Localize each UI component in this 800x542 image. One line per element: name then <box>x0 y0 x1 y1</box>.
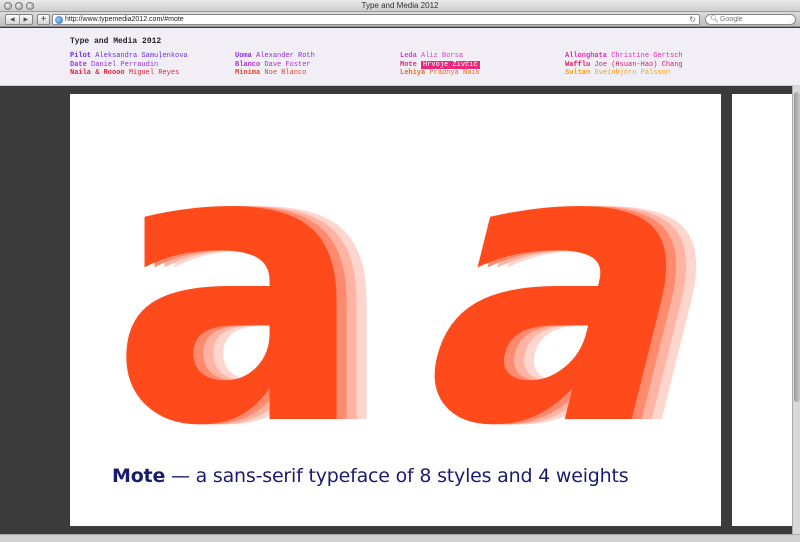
font-link-naila-roooo[interactable]: Naila & Roooo Miguel Reyes <box>70 69 235 78</box>
font-link-uoma[interactable]: Uoma Alexander Roth <box>235 52 400 61</box>
font-name: Pilot <box>70 52 92 60</box>
font-designer: Pradnya Naik <box>429 69 480 77</box>
font-designer: Aleksandra Samuļenkova <box>95 52 188 60</box>
font-name: Naila & Roooo <box>70 69 125 77</box>
font-designer: Alexander Roth <box>256 52 315 60</box>
browser-toolbar: ◀ ▶ + ↻ 🔍︎ <box>0 12 800 27</box>
search-box[interactable]: 🔍︎ <box>705 14 796 25</box>
font-name: Leda <box>400 52 417 60</box>
next-slide-peek[interactable] <box>732 94 792 526</box>
glyph-specimen: aaaa aaaa <box>110 94 721 454</box>
search-icon: 🔍︎ <box>710 16 719 23</box>
font-list: Pilot Aleksandra Samuļenkova Uoma Alexand… <box>70 52 750 78</box>
scroll-thumb[interactable] <box>794 92 800 402</box>
font-name: Wafflu <box>565 60 591 69</box>
font-designer: Sveinbjörn Pálsson <box>594 69 671 77</box>
typeface-caption: Mote — a sans-serif typeface of 8 styles… <box>112 465 629 487</box>
font-name: Uoma <box>235 52 252 60</box>
font-designer: Noe Blanco <box>264 69 307 77</box>
font-designer: Daniel Perraudin <box>91 60 159 69</box>
glyph-upright: aaaa <box>110 94 396 454</box>
font-name: Allonghata <box>565 52 608 60</box>
font-link-date[interactable]: Date Daniel Perraudin <box>70 61 235 70</box>
window-titlebar: Type and Media 2012 <box>0 0 800 12</box>
reload-icon[interactable]: ↻ <box>689 15 696 24</box>
url-input[interactable] <box>65 15 675 24</box>
site-header: Type and Media 2012 Pilot Aleksandra Sam… <box>0 28 800 86</box>
font-link-pilot[interactable]: Pilot Aleksandra Samuļenkova <box>70 52 235 61</box>
font-name: Date <box>70 60 87 69</box>
font-link-minima[interactable]: Minima Noe Blanco <box>235 69 400 78</box>
font-designer: Miguel Reyes <box>128 69 180 77</box>
font-link-sultan[interactable]: Sultan Sveinbjörn Pálsson <box>565 69 735 78</box>
glyph-italic: aaaa <box>383 94 721 454</box>
font-name: Lehiya <box>400 69 426 77</box>
globe-icon <box>55 16 63 24</box>
font-designer: Dave Foster <box>264 60 311 69</box>
font-link-lehiya[interactable]: Lehiya Pradnya Naik <box>400 69 565 78</box>
font-name: Mote <box>400 60 417 69</box>
font-designer: Joe (Hsuan-Hao) Chang <box>594 60 683 69</box>
font-designer: Hrvoje Živčić <box>421 60 480 69</box>
font-link-leda[interactable]: Leda Aliz Borsa <box>400 52 565 61</box>
typeface-slide: aaaa aaaa Mote — a sans-serif typeface o… <box>70 94 721 526</box>
font-link-mote[interactable]: Mote Hrvoje Živčić <box>400 60 565 70</box>
caption-description: — a sans-serif typeface of 8 styles and … <box>165 465 629 487</box>
add-bookmark-icon[interactable]: + <box>37 14 50 25</box>
font-designer: Aliz Borsa <box>421 52 464 60</box>
font-link-blanco[interactable]: Blanco Dave Foster <box>235 61 400 70</box>
font-name: Minima <box>235 69 261 77</box>
site-title[interactable]: Type and Media 2012 <box>70 37 161 46</box>
glyph-main: a <box>110 94 366 454</box>
forward-icon[interactable]: ▶ <box>18 15 33 24</box>
horizontal-scrollbar[interactable] <box>0 534 800 542</box>
vertical-scrollbar[interactable] <box>792 86 800 534</box>
window-title: Type and Media 2012 <box>361 1 439 10</box>
font-designer: Christine Gertsch <box>611 52 683 60</box>
back-icon[interactable]: ◀ <box>6 15 19 24</box>
font-link-allonghata[interactable]: Allonghata Christine Gertsch <box>565 52 735 61</box>
font-name: Sultan <box>565 69 591 77</box>
font-link-wafflu[interactable]: Wafflu Joe (Hsuan-Hao) Chang <box>565 61 735 70</box>
search-input[interactable] <box>720 15 792 24</box>
caption-typeface-name: Mote <box>112 465 166 487</box>
address-bar[interactable]: ↻ <box>52 14 700 25</box>
nav-buttons: ◀ ▶ <box>5 14 33 25</box>
font-name: Blanco <box>235 60 261 69</box>
